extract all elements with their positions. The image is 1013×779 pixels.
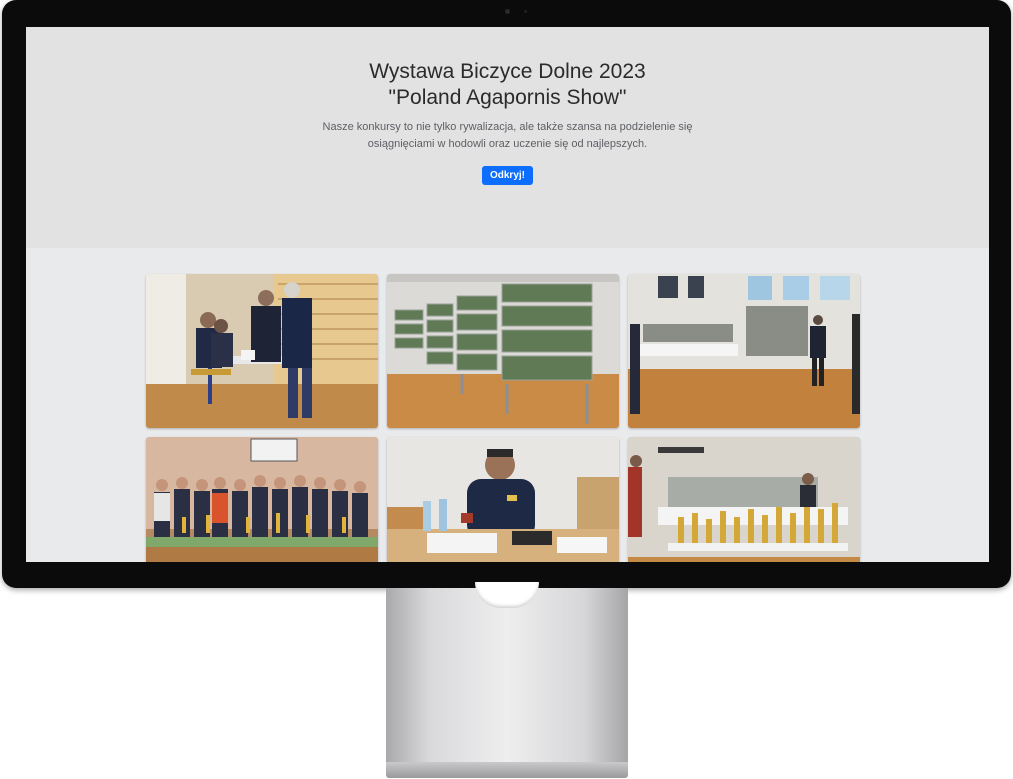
gallery-photo-2[interactable] [387, 274, 619, 428]
page-title: Wystawa Biczyce Dolne 2023 [369, 60, 646, 83]
photo-judge-table-icon [387, 437, 619, 562]
photo-cages-icon [387, 274, 619, 428]
discover-button[interactable]: Odkryj! [481, 166, 533, 185]
monitor-bezel: Wystawa Biczyce Dolne 2023 "Poland Agapo… [2, 0, 1011, 588]
gallery-photo-1[interactable] [146, 274, 378, 428]
photo-hall-icon [628, 274, 860, 428]
hero-lead-text: Nasze konkursy to nie tylko rywalizacja,… [322, 121, 693, 150]
browser-screen: Wystawa Biczyce Dolne 2023 "Poland Agapo… [26, 27, 989, 562]
photo-trophies-icon [628, 437, 860, 562]
hero-section: Wystawa Biczyce Dolne 2023 "Poland Agapo… [26, 27, 989, 248]
camera-icon [505, 9, 510, 14]
sensor-icon [524, 10, 527, 13]
page-subtitle: "Poland Agapornis Show" [388, 86, 627, 109]
gallery-photo-4[interactable] [146, 437, 378, 562]
monitor-stand [386, 588, 628, 764]
gallery-photo-3[interactable] [628, 274, 860, 428]
photo-group-icon [146, 437, 378, 562]
gallery-photo-6[interactable] [628, 437, 860, 562]
gallery-photo-5[interactable] [387, 437, 619, 562]
monitor-stand-foot [386, 762, 628, 778]
photo-judges-icon [146, 274, 378, 428]
